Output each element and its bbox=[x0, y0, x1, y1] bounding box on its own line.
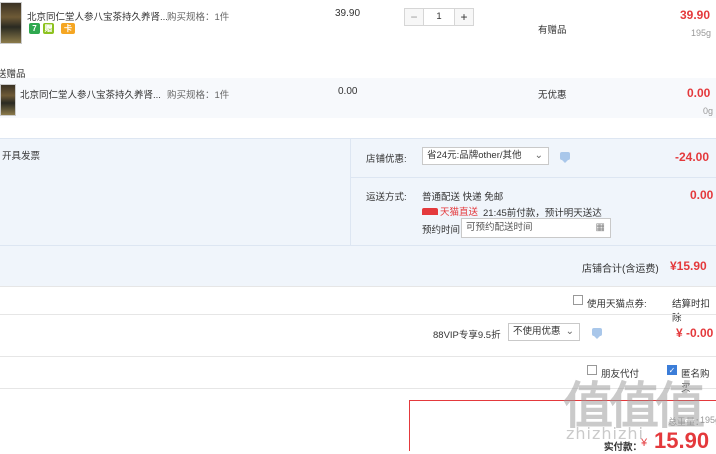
gift-thumbnail[interactable] bbox=[0, 84, 16, 116]
gift-tag-icon: 赠 bbox=[43, 23, 54, 34]
vip-select-value: 不使用优惠 bbox=[513, 326, 561, 337]
seven-day-return-icon: 7 bbox=[29, 23, 40, 34]
points-note: 结算时扣除 bbox=[672, 299, 711, 324]
vip-amount: ¥ -0.00 bbox=[676, 326, 714, 340]
total-weight-value: 195g bbox=[700, 415, 716, 425]
card-tag-icon: 卡 bbox=[61, 23, 75, 34]
decrease-button[interactable]: − bbox=[404, 8, 424, 26]
gift-unit-price: 0.00 bbox=[338, 86, 358, 97]
store-discount-value: 省24元:品牌other/其他 bbox=[427, 150, 522, 161]
chevron-down-icon: ⌄ bbox=[565, 326, 574, 337]
tmall-direct-badge: 天猫直送 bbox=[422, 204, 478, 218]
shipping-method: 普通配送 快递 免邮 bbox=[422, 192, 504, 203]
quantity-input[interactable]: 1 bbox=[424, 8, 454, 26]
store-discount-amount: -24.00 bbox=[675, 150, 710, 164]
gift-spec: 购买规格：1件 bbox=[167, 90, 230, 101]
gift-subtotal: 0.00 bbox=[687, 86, 711, 100]
discount-divider bbox=[351, 177, 716, 178]
store-total-amount: ¥15.90 bbox=[670, 259, 707, 273]
appointment-time-picker[interactable]: 可预约配送时间 ▦ bbox=[461, 218, 611, 238]
points-checkbox[interactable] bbox=[573, 295, 583, 305]
points-label: 使用天猫点券: bbox=[587, 299, 647, 310]
chat-icon[interactable] bbox=[560, 152, 570, 163]
chevron-down-icon: ⌄ bbox=[534, 150, 543, 161]
product-title[interactable]: 北京同仁堂人参八宝茶持久养肾... bbox=[27, 9, 168, 23]
chat-icon[interactable] bbox=[592, 328, 602, 339]
invoice-link[interactable]: 开具发票 bbox=[2, 148, 40, 162]
product-spec: 购买规格：1件 bbox=[167, 12, 230, 23]
quantity-stepper[interactable]: − 1 + bbox=[404, 8, 474, 26]
vip-label: 88VIP专享9.5折 bbox=[433, 330, 501, 341]
shipping-label: 运送方式: bbox=[366, 192, 407, 203]
vip-divider bbox=[0, 314, 716, 315]
delivery-note: 21:45前付款，预计明天送达 bbox=[483, 208, 602, 219]
watermark-text: zhizhizhi bbox=[566, 424, 644, 443]
appointment-label: 预约时间 bbox=[422, 225, 461, 236]
shipping-fee: 0.00 bbox=[690, 188, 714, 202]
gift-promo: 无优惠 bbox=[538, 90, 567, 101]
item-weight: 195g bbox=[691, 28, 712, 38]
store-discount-label: 店铺优惠: bbox=[366, 154, 407, 165]
appointment-placeholder: 可预约配送时间 bbox=[466, 222, 533, 233]
tmall-cat-icon bbox=[422, 207, 438, 215]
gift-title[interactable]: 北京同仁堂人参八宝茶持久养肾... bbox=[20, 87, 161, 101]
product-thumbnail[interactable] bbox=[0, 2, 22, 44]
calendar-icon: ▦ bbox=[595, 222, 605, 233]
tmall-badge-label: 天猫直送 bbox=[440, 207, 479, 218]
panel-divider bbox=[350, 139, 351, 245]
unit-price: 39.90 bbox=[335, 8, 361, 19]
store-total-divider bbox=[0, 245, 716, 246]
increase-button[interactable]: + bbox=[454, 8, 474, 26]
item-subtotal: 39.90 bbox=[680, 8, 711, 22]
gift-status: 有赠品 bbox=[538, 25, 567, 36]
store-discount-select[interactable]: 省24元:品牌other/其他 ⌄ bbox=[422, 147, 549, 165]
vip-select[interactable]: 不使用优惠 ⌄ bbox=[508, 323, 580, 341]
gift-weight: 0g bbox=[703, 106, 714, 116]
options-divider bbox=[0, 356, 716, 357]
points-divider bbox=[0, 286, 716, 287]
store-total-label: 店铺合计(含运费) bbox=[582, 264, 659, 275]
